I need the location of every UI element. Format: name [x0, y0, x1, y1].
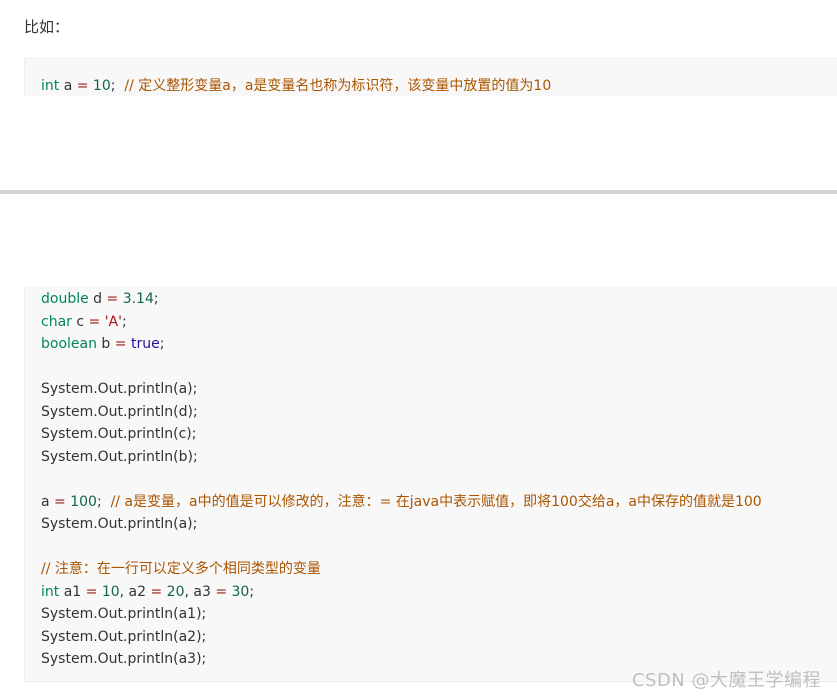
token-keyword: int	[41, 78, 60, 94]
token-comment: // 定义整形变量a，a是变量名也称为标识符，该变量中放置的值为10	[124, 78, 552, 94]
code-line-9: System.Out.println(a);	[41, 516, 198, 532]
token-operator: =	[88, 313, 101, 330]
token-string: 'A'	[100, 313, 122, 330]
token-variable: a1	[59, 583, 86, 600]
code-line-8: a = 100; // a是变量，a中的值是可以修改的，注意：= 在java中表…	[41, 491, 762, 514]
csdn-watermark: CSDN @大魔王学编程	[631, 670, 821, 691]
token-semicolon: ;	[121, 313, 127, 330]
token-semicolon: ;	[110, 78, 125, 94]
token-semicolon: ;	[159, 336, 165, 352]
code-line-4: System.Out.println(a);	[41, 381, 198, 397]
code-line-3: boolean b = true;	[41, 333, 762, 356]
token-keyword: boolean	[41, 336, 97, 352]
code-line-12: System.Out.println(a1);	[41, 606, 207, 622]
page: 比如： int a = 10; // 定义整形变量a，a是变量名也称为标识符，该…	[0, 0, 837, 700]
code-line-7: System.Out.println(b);	[41, 448, 198, 465]
token-number: 30	[227, 583, 250, 600]
token-operator: =	[114, 336, 127, 352]
token-keyword: char	[41, 313, 72, 330]
token-number: 10	[88, 78, 111, 94]
code-line-11: int a1 = 10, a2 = 20, a3 = 30;	[41, 581, 762, 604]
code-line-2: char c = 'A';	[41, 311, 762, 334]
token-number: 3.14	[118, 291, 154, 307]
token-comment: // a是变量，a中的值是可以修改的，注意：= 在java中表示赋值，即将100…	[110, 493, 762, 510]
token-variable: d	[88, 291, 107, 307]
token-operator: =	[76, 78, 89, 94]
token-variable: c	[71, 313, 89, 330]
token-variable: a	[59, 78, 77, 94]
intro-label: 比如：	[24, 18, 70, 36]
code-lines: double d = 3.14; char c = 'A'; boolean b…	[41, 288, 762, 671]
code-block-top: int a = 10; // 定义整形变量a，a是变量名也称为标识符，该变量中放…	[24, 58, 837, 96]
token-variable: , a3	[184, 583, 216, 600]
token-semicolon: ;	[96, 493, 111, 510]
token-operator: =	[215, 583, 228, 600]
token-keyword: double	[41, 291, 89, 307]
token-operator: =	[106, 291, 119, 307]
code-line-6: System.Out.println(c);	[41, 426, 197, 442]
token-operator: =	[54, 493, 66, 510]
token-variable: , a2	[119, 583, 151, 600]
token-boolean: true	[126, 336, 160, 352]
token-keyword: int	[41, 583, 60, 600]
token-number: 100	[65, 493, 97, 510]
token-semicolon: ;	[153, 291, 159, 307]
token-variable: a	[41, 493, 55, 510]
section-divider	[0, 190, 837, 194]
token-number: 10	[97, 583, 120, 600]
code-line-13: System.Out.println(a2);	[41, 628, 207, 645]
token-semicolon: ;	[249, 583, 255, 600]
code-line-1: double d = 3.14;	[41, 288, 762, 311]
token-operator: =	[150, 583, 163, 600]
code-line-declaration: int a = 10; // 定义整形变量a，a是变量名也称为标识符，该变量中放…	[41, 75, 551, 98]
code-block-bottom: double d = 3.14; char c = 'A'; boolean b…	[24, 287, 837, 682]
token-operator: =	[85, 583, 98, 600]
code-line-5: System.Out.println(d);	[41, 403, 198, 420]
token-number: 20	[162, 583, 185, 600]
token-variable: b	[96, 336, 115, 352]
code-line-10: // 注意：在一行可以定义多个相同类型的变量	[41, 561, 321, 577]
